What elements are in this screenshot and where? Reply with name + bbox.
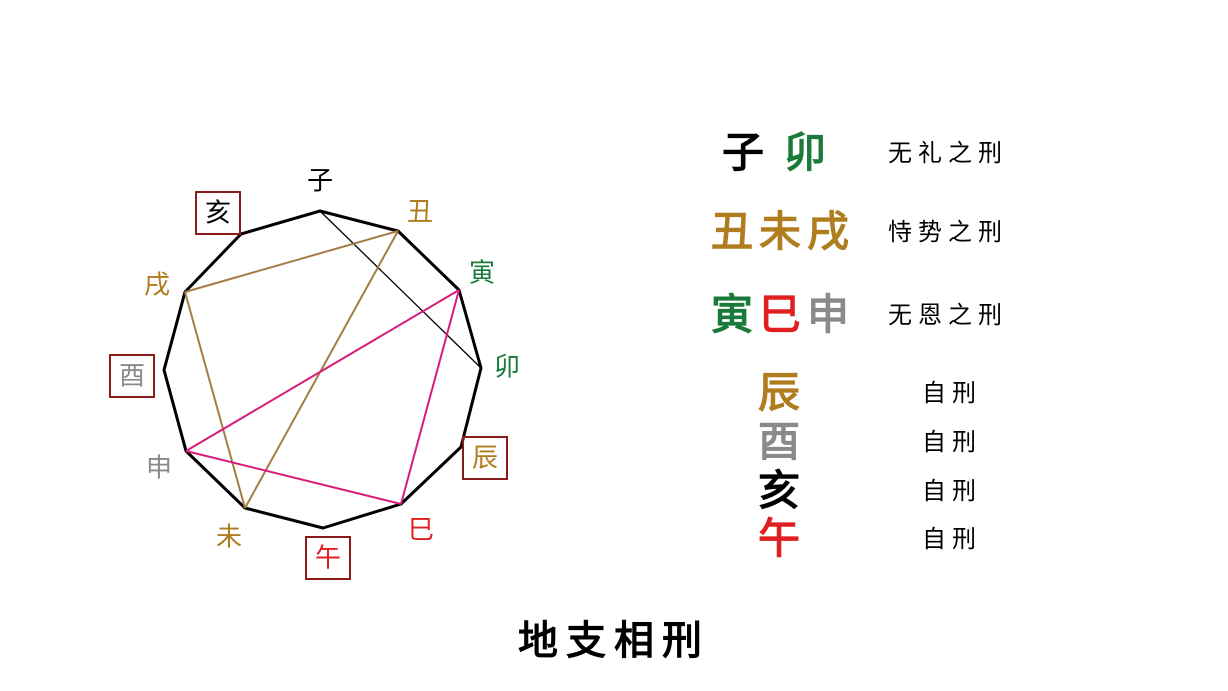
self-punishment-branch: 亥 xyxy=(757,466,800,515)
line-si-shen xyxy=(185,450,402,505)
legend-branch-char: 寅 xyxy=(710,290,759,339)
branch-label-wei: 未 xyxy=(216,523,242,553)
legend-branch-char: 申 xyxy=(806,290,855,339)
branch-label-xu: 戌 xyxy=(144,271,170,301)
line-chou-wei xyxy=(244,230,399,509)
legend-branch-char: 卯 xyxy=(783,128,832,177)
legend-group-description: 恃势之刑 xyxy=(888,218,1008,246)
line-shen-yin xyxy=(185,289,460,452)
branch-label-yin: 寅 xyxy=(469,259,495,289)
legend-branch-char: 巳 xyxy=(758,290,807,339)
branch-wheel-diagram: 子丑寅卯辰巳午 未 申 酉 戌 亥 xyxy=(109,167,520,580)
line-wei-xu xyxy=(184,291,246,509)
punishment-lines xyxy=(184,210,482,509)
branch-labels: 子丑寅卯辰巳午 未 申 酉 戌 亥 xyxy=(109,167,520,580)
legend-group-description: 无恩之刑 xyxy=(888,301,1008,329)
legend-group-description: 无礼之刑 xyxy=(888,139,1008,167)
branch-label-si: 巳 xyxy=(408,516,434,546)
legend-branch-char: 子 xyxy=(721,128,770,177)
branch-label-shen: 申 xyxy=(146,454,172,484)
branch-label-wu: 午 xyxy=(315,544,341,574)
branch-label-chou: 丑 xyxy=(407,198,433,228)
self-punishment-description: 自刑 xyxy=(922,379,982,407)
legend-group-branches: 子卯 xyxy=(722,128,832,178)
self-punishment-branch: 酉 xyxy=(757,417,800,466)
branch-label-you: 酉 xyxy=(119,362,145,392)
legend-group-branches: 丑未戌 xyxy=(711,207,855,257)
line-yin-si xyxy=(400,289,460,505)
self-punishment-branch: 午 xyxy=(757,514,800,563)
branch-label-mao: 卯 xyxy=(494,353,520,383)
self-punishment-description: 自刑 xyxy=(922,525,982,553)
self-punishment-description: 自刑 xyxy=(922,428,982,456)
branch-label-chen: 辰 xyxy=(472,444,498,474)
legend-branch-char: 丑 xyxy=(710,207,759,256)
legend-branch-char: 戌 xyxy=(806,207,855,256)
page-title: 地支相刑 xyxy=(518,618,710,664)
legend-branch-char: 未 xyxy=(758,207,807,256)
self-punishment-branch: 辰 xyxy=(757,368,800,417)
branch-label-zi: 子 xyxy=(307,167,333,197)
self-punishment-description: 自刑 xyxy=(922,477,982,505)
legend-group-branches: 寅巳申 xyxy=(711,290,855,340)
line-xu-chou xyxy=(184,230,399,293)
branch-label-hai: 亥 xyxy=(205,199,231,229)
